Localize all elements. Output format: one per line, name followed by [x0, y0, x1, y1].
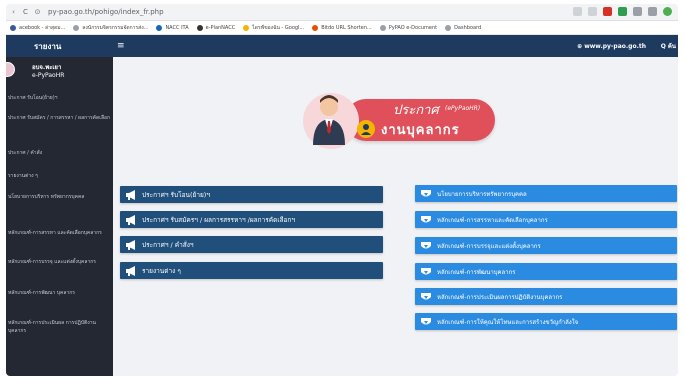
people-icon [357, 120, 375, 138]
bookmark-label: acebook - ล่าสุดม... [19, 24, 66, 31]
bookmark-item[interactable]: PyPAO e-Document [379, 24, 438, 31]
businessman-icon [303, 93, 359, 149]
button-label: หลักเกณฑ์-การพัฒนาบุคลากร [437, 268, 516, 276]
search-link[interactable]: Q ค้น [661, 41, 676, 51]
shield-icon [415, 267, 437, 277]
criteria-evaluation-button[interactable]: หลักเกณฑ์-การประเมินผลการปฏิบัติงานบุคลา… [415, 288, 677, 305]
banner-title: ประกาศ [393, 103, 439, 118]
bookmark-favicon-icon [196, 24, 203, 31]
announce-orders-button[interactable]: ประกาศฯ / คำสั่งฯ [120, 236, 383, 253]
bookmark-favicon-icon [312, 24, 319, 31]
bookmark-label: Dashboard [454, 24, 482, 31]
bookmark-label: ไดรฟ์ของฉัน - Googl... [252, 24, 305, 31]
refresh-icon[interactable]: C [21, 8, 30, 16]
bookmark-label: Bitdo URL Shorten... [321, 24, 372, 31]
lock-icon: ⊙ [34, 8, 41, 16]
bookmark-favicon-icon [243, 24, 250, 31]
banner-heading: งานบุคลากร [381, 123, 460, 138]
main-content: ประกาศ (ePyPaoHR) งานบุคลากร ประกาศฯ รับ… [113, 57, 678, 376]
share-icon[interactable] [573, 7, 582, 16]
hr-announcement-banner: ประกาศ (ePyPaoHR) งานบุคลากร [299, 79, 499, 157]
hr-policy-button[interactable]: นโยบายการบริหารทรัพยากรบุคคล [415, 185, 677, 202]
announce-recruitment-button[interactable]: ประกาศฯ รับสมัครฯ / ผลการสรรหาฯ /ผลการคั… [120, 211, 383, 228]
shield-icon [415, 292, 437, 302]
sidebar-item[interactable]: หลักเกณฑ์-การบรรจุ และแต่งตั้งบุคลากร [6, 258, 113, 266]
megaphone-icon [120, 265, 142, 276]
browser-window: ‹ C ⊙ py-pao.go.th/pohigo/index_fr.php a… [6, 4, 678, 376]
sidebar-item[interactable]: หลักเกณฑ์-การประเมินผล การปฏิบัติงานบุคล… [6, 319, 113, 335]
sidebar-item[interactable]: หลักเกณฑ์-การสรรหา และคัดเลือกบุคลากร [6, 229, 113, 237]
sidebar-item[interactable]: ประกาศ / คำสั่ง [6, 149, 113, 157]
bookmark-item[interactable]: ไดรฟ์ของฉัน - Googl... [243, 24, 304, 32]
back-icon[interactable]: ‹ [9, 8, 18, 16]
profile-icon[interactable] [663, 7, 672, 16]
browser-address-bar: ‹ C ⊙ py-pao.go.th/pohigo/index_fr.php [6, 4, 678, 21]
button-label: นโยบายการบริหารทรัพยากรบุคคล [437, 190, 527, 198]
bookmark-item[interactable]: Dashboard [445, 24, 482, 31]
bookmark-item[interactable]: NACC ITA [156, 24, 189, 31]
criteria-recruitment-button[interactable]: หลักเกณฑ์-การสรรหาและคัดเลือกบุคลากร [415, 211, 677, 228]
criteria-reward-button[interactable]: หลักเกณฑ์-การให้คุณให้โทษและการสร้างขวัญ… [415, 313, 677, 330]
bookmark-favicon-icon [73, 24, 80, 31]
announce-transfer-button[interactable]: ประกาศฯ รับโอน(ย้าย)ฯ [120, 186, 383, 203]
banner-subtitle: (ePyPaoHR) [445, 105, 481, 112]
user-subtitle: e-PyPaoHR [32, 72, 65, 79]
avatar [6, 62, 15, 77]
bookmark-label: NACC ITA [165, 24, 189, 31]
bookmark-favicon-icon [445, 24, 452, 31]
star-icon[interactable] [588, 7, 597, 16]
shield-icon [415, 241, 437, 251]
reports-button[interactable]: รายงานต่าง ๆ [120, 262, 383, 279]
button-label: ประกาศฯ รับสมัครฯ / ผลการสรรหาฯ /ผลการคั… [142, 215, 296, 224]
megaphone-icon [120, 214, 142, 225]
bookmark-item[interactable]: acebook - ล่าสุดม... [10, 24, 65, 32]
button-label: หลักเกณฑ์-การบรรจุและแต่งตั้งบุคลากร [437, 242, 541, 250]
sidebar: อบจ.พะเยา e-PyPaoHR ประกาศ รับโอน(ย้าย)ฯ… [6, 57, 113, 376]
criteria-appointment-button[interactable]: หลักเกณฑ์-การบรรจุและแต่งตั้งบุคลากร [415, 237, 677, 254]
extensions-icon[interactable] [633, 7, 642, 16]
bookmark-favicon-icon [379, 24, 386, 31]
bookmark-item[interactable]: ลงนักรรมจิตรกรรมจัดการส่ง... [73, 24, 148, 32]
user-name: อบจ.พะเยา [32, 64, 62, 71]
button-label: หลักเกณฑ์-การให้คุณให้โทษและการสร้างขวัญ… [437, 318, 579, 326]
website-link[interactable]: ⊕ www.py-pao.go.th [577, 43, 646, 50]
bookmark-favicon-icon [156, 24, 163, 31]
bookmarks-bar: acebook - ล่าสุดม... ลงนักรรมจิตรกรรมจัดก… [6, 21, 678, 35]
bookmark-label: ลงนักรรมจิตรกรรมจัดการส่ง... [82, 24, 149, 31]
button-label: ประกาศฯ / คำสั่งฯ [142, 240, 194, 249]
shield-icon [415, 317, 437, 327]
extension-icon-green[interactable] [618, 7, 627, 16]
bookmark-label: PyPAO e-Document [388, 24, 438, 31]
extension-icon-red[interactable] [603, 7, 612, 16]
button-label: ประกาศฯ รับโอน(ย้าย)ฯ [142, 190, 210, 199]
bookmark-item[interactable]: Bitdo URL Shorten... [312, 24, 372, 31]
sidebar-item[interactable]: รายงานต่าง ๆ [6, 172, 113, 180]
sidepanel-icon[interactable] [648, 7, 657, 16]
user-panel: อบจ.พะเยา e-PyPaoHR [6, 59, 113, 85]
sidebar-item[interactable]: ประกาศ รับสมัคร / การสรรหา / ผลการคัดเลื… [6, 114, 113, 122]
shield-icon [415, 215, 437, 225]
url-text[interactable]: py-pao.go.th/pohigo/index_fr.php [48, 8, 164, 16]
criteria-development-button[interactable]: หลักเกณฑ์-การพัฒนาบุคลากร [415, 263, 677, 280]
bookmark-label: e-PlanNACC [205, 24, 236, 31]
button-label: รายงานต่าง ๆ [142, 266, 181, 275]
bookmark-item[interactable]: e-PlanNACC [196, 24, 236, 31]
page-title: รายงาน [34, 41, 62, 51]
sidebar-item[interactable]: หลักเกณฑ์-การพัฒนา บุคลากร [6, 289, 113, 297]
top-navbar: รายงาน ≡ ⊕ www.py-pao.go.th Q ค้น [6, 35, 678, 57]
sidebar-item[interactable]: นโยบายการบริหาร ทรัพยากรบุคคล [6, 193, 113, 201]
button-label: หลักเกณฑ์-การสรรหาและคัดเลือกบุคลากร [437, 216, 548, 224]
button-label: หลักเกณฑ์-การประเมินผลการปฏิบัติงานบุคลา… [437, 293, 563, 301]
megaphone-icon [120, 239, 142, 250]
shield-icon [415, 189, 437, 199]
sidebar-item[interactable]: ประกาศ รับโอน(ย้าย)ฯ [6, 94, 113, 102]
bookmark-favicon-icon [10, 24, 16, 31]
megaphone-icon [120, 189, 142, 200]
menu-toggle-icon[interactable]: ≡ [117, 41, 125, 51]
